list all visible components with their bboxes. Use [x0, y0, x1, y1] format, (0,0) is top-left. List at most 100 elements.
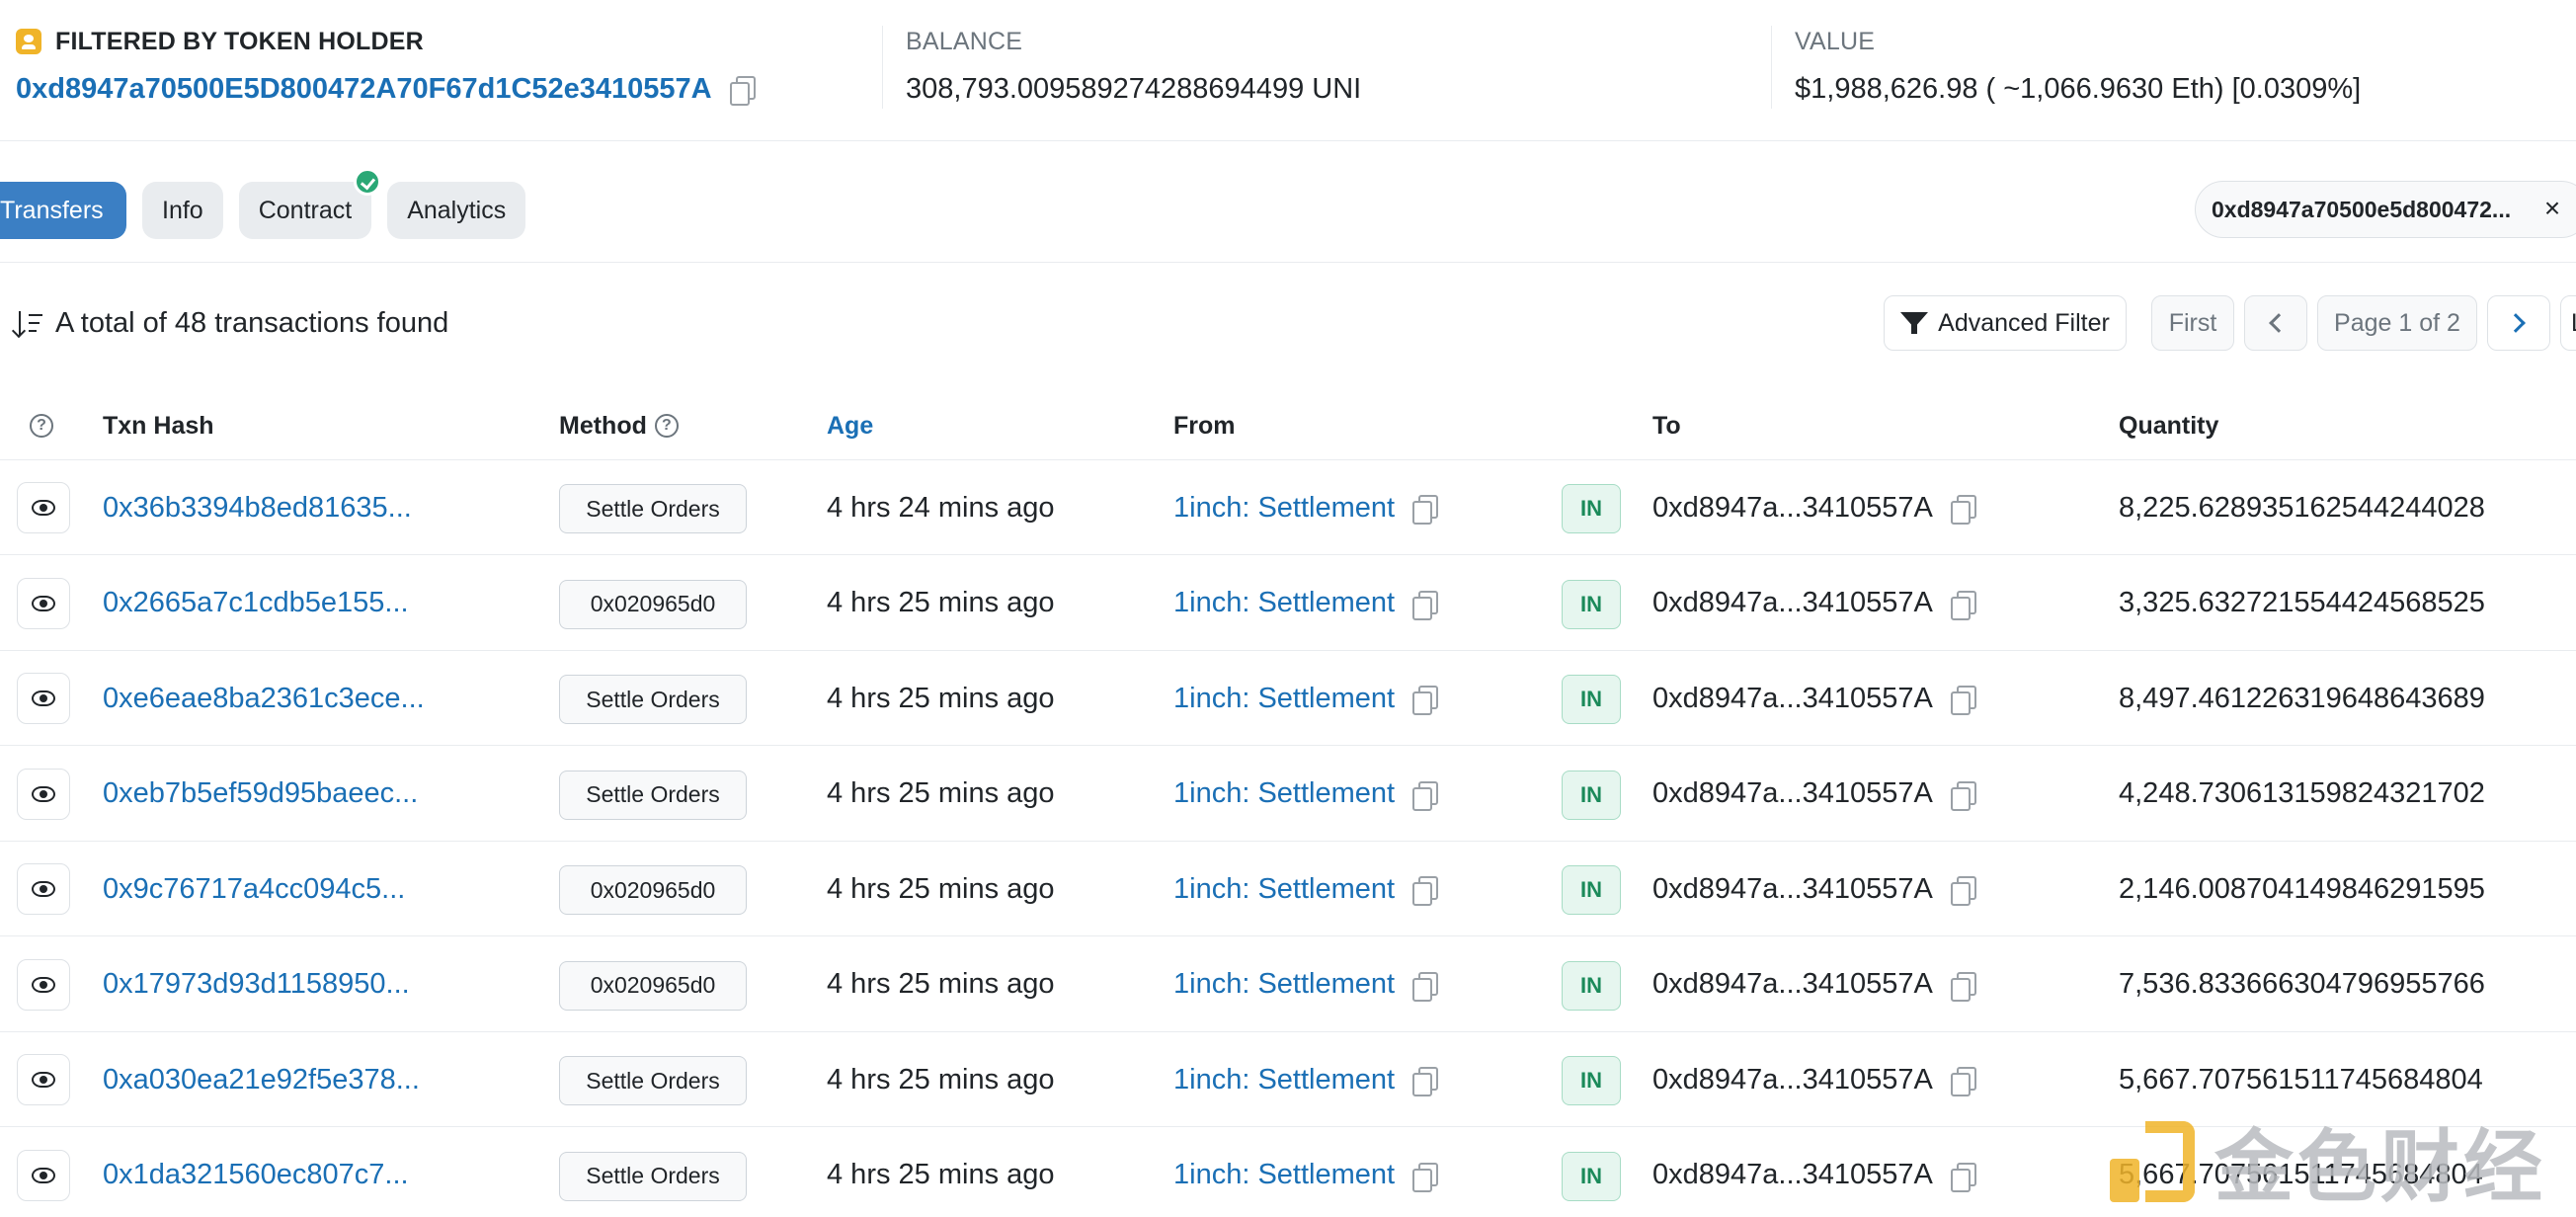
method-badge: Settle Orders	[559, 484, 747, 533]
txn-hash-link[interactable]: 0xe6eae8ba2361c3ece...	[103, 651, 425, 746]
copy-icon[interactable]	[1950, 876, 1976, 906]
copy-icon[interactable]	[1412, 876, 1439, 906]
method-badge: Settle Orders	[559, 675, 747, 724]
quantity-cell: 8,225.628935162544244028	[2119, 491, 2485, 524]
from-address-link[interactable]: 1inch: Settlement	[1173, 1159, 1395, 1191]
copy-icon[interactable]	[1950, 590, 1976, 620]
from-cell: 1inch: Settlement	[1173, 556, 1439, 651]
header-txn-hash: Txn Hash	[103, 411, 214, 440]
copy-icon[interactable]	[1412, 1162, 1439, 1192]
to-cell: 0xd8947a...3410557A	[1652, 937, 1976, 1032]
close-icon[interactable]: ×	[2536, 194, 2568, 225]
view-details-button[interactable]	[17, 577, 70, 629]
copy-icon[interactable]	[1950, 1162, 1976, 1192]
view-details-button[interactable]	[17, 482, 70, 533]
holder-address-link[interactable]: 0xd8947a70500E5D800472A70F67d1C52e341055…	[16, 73, 712, 106]
header-age[interactable]: Age	[827, 391, 873, 460]
copy-icon[interactable]	[1412, 1067, 1439, 1096]
age-cell: 4 hrs 25 mins ago	[827, 968, 1055, 1000]
tab-bar: Transfers Info Contract Analytics	[0, 168, 541, 240]
direction-badge: IN	[1562, 770, 1621, 820]
header-to: To	[1652, 411, 1681, 440]
to-address: 0xd8947a...3410557A	[1652, 777, 1933, 809]
tab-info[interactable]: Info	[142, 182, 223, 239]
txn-hash-link[interactable]: 0x17973d93d1158950...	[103, 937, 410, 1032]
copy-icon[interactable]	[1950, 780, 1976, 811]
previous-page-button[interactable]	[2244, 295, 2307, 351]
method-badge: 0x020965d0	[559, 865, 747, 915]
chevron-right-icon	[2506, 313, 2526, 333]
from-address-link[interactable]: 1inch: Settlement	[1173, 777, 1395, 810]
copy-icon[interactable]	[1412, 780, 1439, 811]
filter-icon	[1900, 312, 1930, 334]
eye-icon	[32, 785, 55, 802]
age-cell: 4 hrs 24 mins ago	[827, 491, 1055, 524]
age-cell: 4 hrs 25 mins ago	[827, 587, 1055, 618]
to-cell: 0xd8947a...3410557A	[1652, 556, 1976, 651]
eye-icon	[32, 1167, 55, 1183]
copy-icon[interactable]	[1412, 686, 1439, 715]
divider	[882, 26, 883, 109]
view-details-button[interactable]	[17, 863, 70, 915]
copy-icon[interactable]	[1950, 495, 1976, 525]
sort-icon[interactable]	[16, 309, 45, 337]
copy-icon[interactable]	[1950, 686, 1976, 715]
age-cell: 4 hrs 25 mins ago	[827, 682, 1055, 714]
balance-block: BALANCE 308,793.009589274288694499 UNI	[906, 24, 1361, 109]
from-address-link[interactable]: 1inch: Settlement	[1173, 587, 1395, 619]
view-details-button[interactable]	[17, 1054, 70, 1105]
help-icon[interactable]: ?	[654, 414, 679, 438]
txn-hash-link[interactable]: 0xa030ea21e92f5e378...	[103, 1032, 420, 1127]
copy-icon[interactable]	[1412, 495, 1439, 525]
from-address-link[interactable]: 1inch: Settlement	[1173, 968, 1395, 1001]
to-cell: 0xd8947a...3410557A	[1652, 842, 1976, 936]
table-row: 0x17973d93d1158950... 0x020965d0 4 hrs 2…	[0, 937, 2576, 1032]
from-address-link[interactable]: 1inch: Settlement	[1173, 683, 1395, 715]
eye-icon	[32, 1072, 55, 1088]
last-page-button[interactable]: L	[2560, 295, 2576, 351]
copy-icon[interactable]	[729, 76, 756, 106]
from-address-link[interactable]: 1inch: Settlement	[1173, 873, 1395, 906]
txn-hash-link[interactable]: 0x9c76717a4cc094c5...	[103, 842, 405, 936]
page-indicator: Page 1 of 2	[2317, 295, 2477, 351]
first-page-button[interactable]: First	[2151, 295, 2234, 351]
method-badge: Settle Orders	[559, 1151, 747, 1201]
advanced-filter-button[interactable]: Advanced Filter	[1884, 295, 2127, 351]
txn-hash-link[interactable]: 0x2665a7c1cdb5e155...	[103, 556, 409, 651]
direction-badge: IN	[1562, 1056, 1621, 1105]
advanced-filter-label: Advanced Filter	[1938, 308, 2110, 337]
chevron-left-icon	[2269, 313, 2289, 333]
to-address: 0xd8947a...3410557A	[1652, 587, 1933, 618]
copy-icon[interactable]	[1950, 1067, 1976, 1096]
method-badge: 0x020965d0	[559, 579, 747, 629]
from-address-link[interactable]: 1inch: Settlement	[1173, 492, 1395, 525]
eye-icon	[32, 595, 55, 611]
watermark: 金色财经	[2110, 1111, 2546, 1213]
copy-icon[interactable]	[1950, 971, 1976, 1002]
from-address-link[interactable]: 1inch: Settlement	[1173, 1064, 1395, 1096]
filter-label-row: FILTERED BY TOKEN HOLDER	[16, 24, 752, 59]
help-icon-column[interactable]: ?	[30, 391, 53, 460]
view-details-button[interactable]	[17, 1149, 70, 1201]
direction-badge: IN	[1562, 1151, 1621, 1201]
quantity-cell: 2,146.008704149846291595	[2119, 872, 2485, 905]
table-header: ? Txn Hash Method ? Age From To Quantity	[0, 391, 2576, 460]
direction-badge: IN	[1562, 675, 1621, 724]
tab-contract[interactable]: Contract	[238, 168, 382, 239]
tab-transfers[interactable]: Transfers	[0, 182, 126, 239]
txn-hash-link[interactable]: 0x1da321560ec807c7...	[103, 1128, 409, 1217]
view-details-button[interactable]	[17, 768, 70, 820]
txn-hash-link[interactable]: 0xeb7b5ef59d95baeec...	[103, 747, 418, 842]
age-cell: 4 hrs 25 mins ago	[827, 1159, 1055, 1190]
next-page-button[interactable]	[2487, 295, 2550, 351]
from-cell: 1inch: Settlement	[1173, 842, 1439, 936]
copy-icon[interactable]	[1412, 590, 1439, 620]
quantity-cell: 7,536.833666304796955766	[2119, 968, 2485, 1000]
view-details-button[interactable]	[17, 958, 70, 1011]
from-cell: 1inch: Settlement	[1173, 1032, 1439, 1127]
from-cell: 1inch: Settlement	[1173, 1128, 1439, 1217]
copy-icon[interactable]	[1412, 971, 1439, 1002]
view-details-button[interactable]	[17, 673, 70, 724]
txn-hash-link[interactable]: 0x36b3394b8ed81635...	[103, 460, 412, 555]
tab-analytics[interactable]: Analytics	[387, 182, 526, 239]
